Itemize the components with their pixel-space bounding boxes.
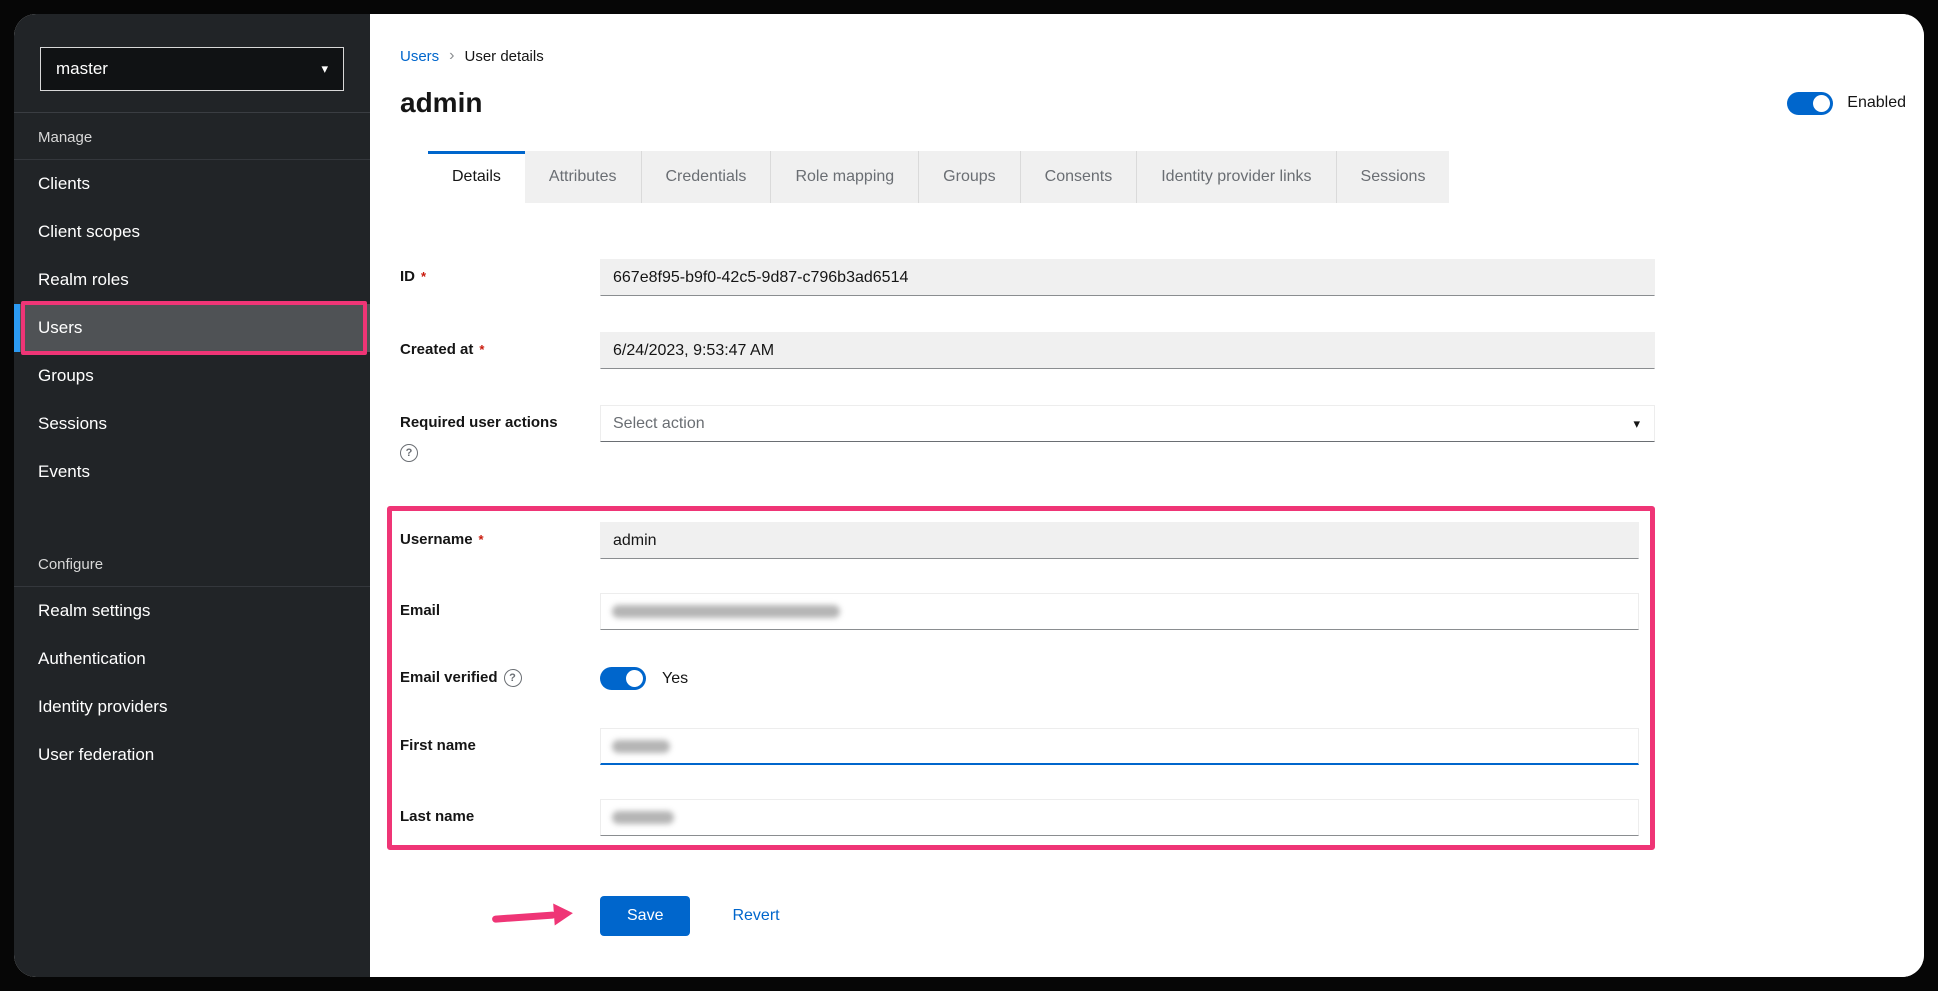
email-verified-toggle[interactable] [600, 667, 646, 690]
tab-attributes[interactable]: Attributes [525, 151, 642, 203]
nav-section-configure-label: Configure [14, 540, 370, 587]
main-content: Users › User details admin Enabled Detai… [370, 14, 1924, 977]
arrow-line [492, 911, 556, 922]
chevron-down-icon: ▾ [1633, 416, 1640, 432]
first-name-field[interactable] [600, 728, 1639, 765]
arrow-head-icon [553, 902, 573, 925]
required-user-actions-select[interactable]: Select action ▾ [600, 405, 1655, 442]
nav-manage: Clients Client scopes Realm roles Users … [14, 160, 370, 496]
id-label: ID [400, 268, 415, 285]
select-placeholder: Select action [613, 415, 705, 433]
enabled-toggle[interactable] [1787, 92, 1833, 115]
username-field [600, 522, 1639, 559]
id-field [600, 259, 1655, 296]
sidebar-item-realm-roles[interactable]: Realm roles [14, 256, 370, 304]
created-at-label: Created at [400, 341, 473, 358]
field-row-email-verified: Email verified ? Yes [400, 660, 1639, 690]
required-user-actions-label-col: Required user actions ? [400, 405, 600, 462]
help-icon[interactable]: ? [504, 669, 522, 687]
sidebar-item-groups[interactable]: Groups [14, 352, 370, 400]
toggle-knob [626, 670, 643, 687]
username-label-col: Username * [400, 522, 600, 548]
sidebar-item-client-scopes[interactable]: Client scopes [14, 208, 370, 256]
tab-role-mapping[interactable]: Role mapping [771, 151, 919, 203]
field-row-last-name: Last name [400, 799, 1639, 836]
toggle-knob [1813, 95, 1830, 112]
save-button[interactable]: Save [600, 896, 690, 936]
breadcrumb-users-link[interactable]: Users [400, 48, 439, 65]
sidebar-item-events[interactable]: Events [14, 448, 370, 496]
nav-section-manage-label: Manage [14, 113, 370, 160]
last-name-field[interactable] [600, 799, 1639, 836]
field-row-email: Email [400, 593, 1639, 630]
sidebar-item-users[interactable]: Users [14, 304, 370, 352]
sidebar: master ▾ Manage Clients Client scopes Re… [14, 14, 370, 977]
title-row: admin Enabled [400, 87, 1906, 119]
field-row-created-at: Created at * [400, 332, 1655, 369]
tab-sessions[interactable]: Sessions [1337, 151, 1450, 203]
required-asterisk: * [479, 341, 484, 356]
email-label: Email [400, 602, 440, 619]
required-asterisk: * [421, 268, 426, 283]
sidebar-item-authentication[interactable]: Authentication [14, 635, 370, 683]
field-row-id: ID * [400, 259, 1655, 296]
annotated-field-group: Username * Email [387, 506, 1655, 850]
required-user-actions-label: Required user actions [400, 414, 558, 431]
chevron-down-icon: ▾ [321, 61, 328, 77]
sidebar-item-clients[interactable]: Clients [14, 160, 370, 208]
breadcrumb-separator-icon: › [449, 47, 454, 65]
id-label-col: ID * [400, 259, 600, 285]
breadcrumb: Users › User details [400, 47, 1906, 65]
last-name-label: Last name [400, 808, 474, 825]
sidebar-item-identity-providers[interactable]: Identity providers [14, 683, 370, 731]
sidebar-item-realm-settings[interactable]: Realm settings [14, 587, 370, 635]
tab-consents[interactable]: Consents [1021, 151, 1138, 203]
created-at-label-col: Created at * [400, 332, 600, 358]
sidebar-item-users-label: Users [38, 318, 82, 337]
app-window: master ▾ Manage Clients Client scopes Re… [14, 14, 1924, 977]
enabled-label: Enabled [1847, 94, 1906, 112]
email-label-col: Email [400, 593, 600, 619]
email-verified-label: Email verified [400, 669, 498, 686]
field-row-username: Username * [400, 522, 1639, 559]
nav-configure: Realm settings Authentication Identity p… [14, 587, 370, 779]
revert-link[interactable]: Revert [732, 907, 779, 925]
field-row-first-name: First name [400, 728, 1639, 765]
page-title: admin [400, 87, 482, 119]
username-label: Username [400, 531, 473, 548]
sidebar-item-sessions[interactable]: Sessions [14, 400, 370, 448]
realm-selector-value: master [56, 59, 108, 79]
enabled-group: Enabled [1787, 92, 1906, 115]
field-row-required-user-actions: Required user actions ? Select action ▾ [400, 405, 1655, 462]
user-details-form: ID * Created at * [400, 259, 1655, 936]
breadcrumb-current: User details [465, 48, 544, 65]
first-name-label-col: First name [400, 728, 600, 754]
tab-details[interactable]: Details [428, 151, 525, 203]
created-at-field [600, 332, 1655, 369]
tab-identity-provider-links[interactable]: Identity provider links [1137, 151, 1336, 203]
tab-groups[interactable]: Groups [919, 151, 1020, 203]
tab-credentials[interactable]: Credentials [642, 151, 772, 203]
tab-bar: Details Attributes Credentials Role mapp… [428, 151, 1906, 203]
email-verified-label-col: Email verified ? [400, 660, 600, 687]
email-field[interactable] [600, 593, 1639, 630]
email-verified-state-label: Yes [662, 670, 688, 688]
realm-selector[interactable]: master ▾ [40, 47, 344, 91]
last-name-label-col: Last name [400, 799, 600, 825]
form-actions: Save Revert [400, 896, 1655, 936]
sidebar-item-user-federation[interactable]: User federation [14, 731, 370, 779]
first-name-label: First name [400, 737, 476, 754]
required-asterisk: * [479, 531, 484, 546]
annotation-arrow-save [491, 902, 573, 930]
help-icon[interactable]: ? [400, 444, 418, 462]
